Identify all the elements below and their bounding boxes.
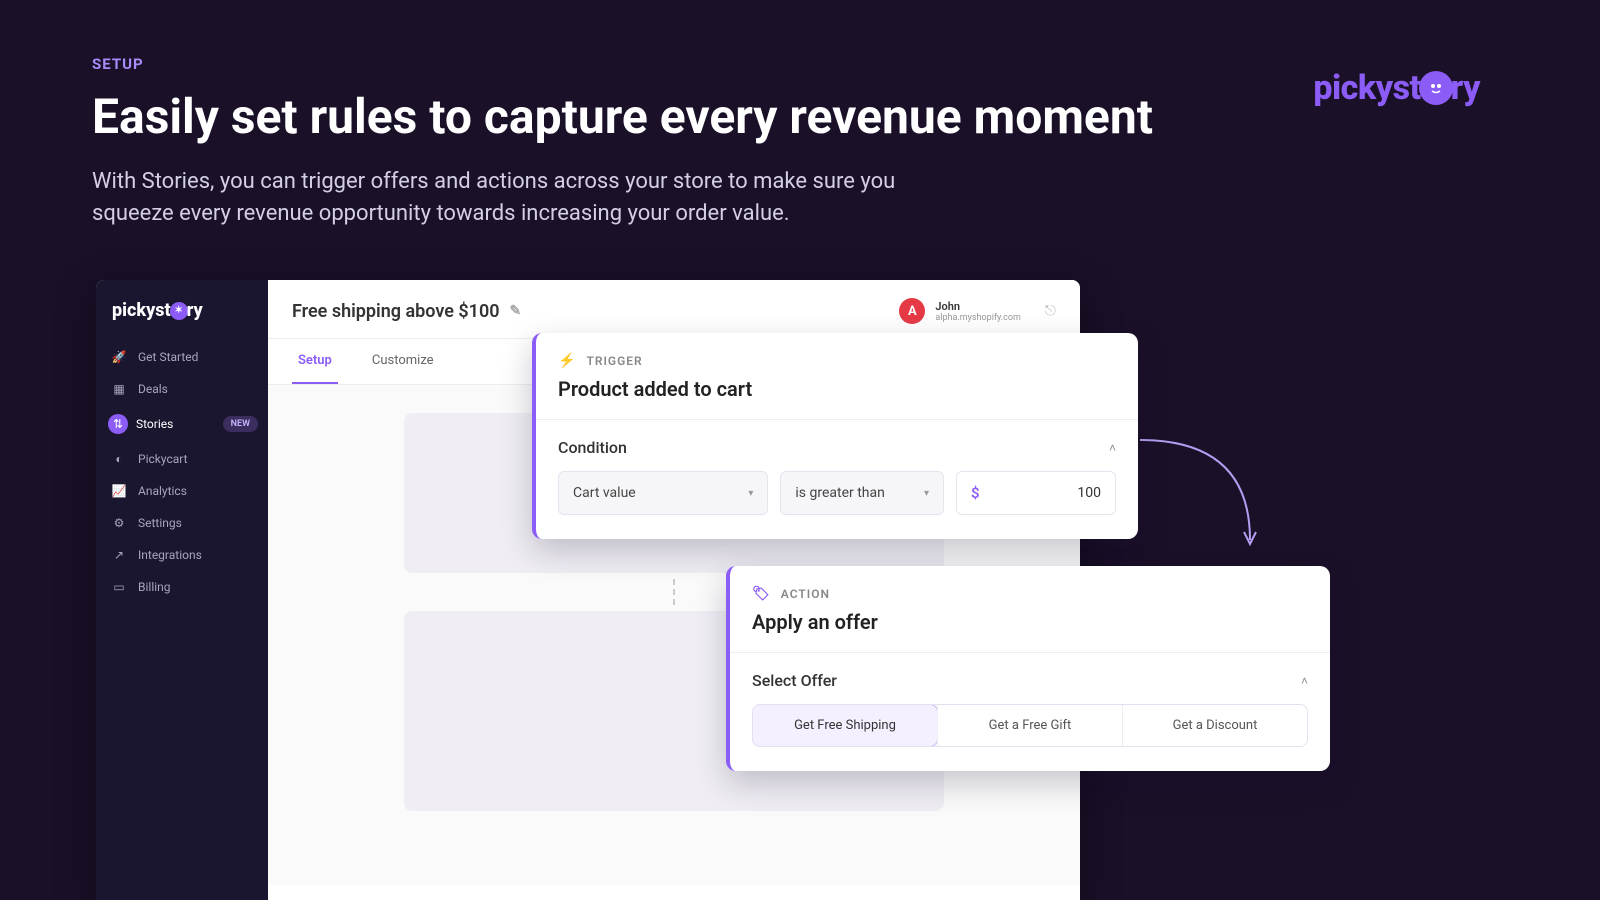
sidebar-item-settings[interactable]: ⚙ Settings (96, 507, 268, 539)
brand-text-left: pickyst (1313, 68, 1420, 108)
tab-setup[interactable]: Setup (292, 339, 338, 384)
action-title: Apply an offer (752, 610, 1308, 634)
tab-customize[interactable]: Customize (366, 339, 440, 384)
new-badge: NEW (223, 416, 258, 432)
condition-value-input[interactable]: $ 100 (956, 471, 1116, 515)
chevron-up-icon[interactable]: ˄ (1109, 441, 1116, 455)
user-meta: John alpha.myshopify.com (935, 300, 1021, 323)
pencil-icon[interactable]: ✎ (510, 303, 522, 319)
sidebar-item-get-started[interactable]: 🚀 Get Started (96, 341, 268, 373)
sidebar-item-analytics[interactable]: 📈 Analytics (96, 475, 268, 507)
brand-logo-mark (1419, 71, 1453, 105)
sidebar-item-pickycart[interactable]: ◐ Pickycart (96, 443, 268, 475)
sidebar-item-label: Stories (136, 417, 173, 431)
condition-operator-value: is greater than (795, 485, 884, 501)
hero-subhead: With Stories, you can trigger offers and… (92, 166, 952, 230)
chart-icon: 📈 (110, 484, 128, 498)
stories-icon: ⇅ (108, 414, 128, 434)
sidebar-item-label: Billing (138, 580, 171, 594)
grid-icon: ▦ (110, 382, 128, 396)
action-eyebrow: 🏷 ACTION (752, 586, 1308, 602)
sidebar-item-label: Pickycart (138, 452, 188, 466)
plug-icon: ↗ (110, 548, 128, 562)
trigger-eyebrow: ⚡ TRIGGER (558, 353, 1116, 369)
connector-line (673, 579, 675, 605)
bolt-icon: ⚡ (558, 353, 576, 369)
action-card: 🏷 ACTION Apply an offer Select Offer ˄ G… (726, 566, 1330, 771)
page-title: Free shipping above $100 ✎ (292, 301, 521, 322)
select-offer-label: Select Offer (752, 671, 837, 690)
offer-segmented-control: Get Free Shipping Get a Free Gift Get a … (752, 704, 1308, 747)
avatar[interactable]: A (899, 298, 925, 324)
offer-option-free-gift[interactable]: Get a Free Gift (937, 705, 1122, 746)
chevron-up-icon[interactable]: ˄ (1301, 674, 1308, 688)
page-title-text: Free shipping above $100 (292, 301, 500, 322)
main-header: Free shipping above $100 ✎ A John alpha.… (268, 280, 1080, 339)
brand-text-right: ry (1451, 68, 1480, 108)
sidebar-item-deals[interactable]: ▦ Deals (96, 373, 268, 405)
user-name: John (935, 300, 1021, 313)
trigger-title: Product added to cart (558, 377, 1116, 401)
rocket-icon: 🚀 (110, 350, 128, 364)
condition-field-value: Cart value (573, 485, 636, 501)
user-cluster: A John alpha.myshopify.com ⎋ (899, 298, 1056, 324)
brand-logo: pickyst ry (1313, 68, 1480, 108)
flow-arrow-icon (1140, 420, 1280, 560)
condition-operator-select[interactable]: is greater than ▾ (780, 471, 944, 515)
card-icon: ▭ (110, 580, 128, 594)
condition-label: Condition (558, 438, 627, 457)
offer-option-discount[interactable]: Get a Discount (1122, 705, 1307, 746)
sidebar-item-label: Integrations (138, 548, 202, 562)
currency-symbol: $ (971, 484, 980, 502)
sidebar-logo: pickyst✶ry (96, 294, 268, 341)
sidebar-item-label: Deals (138, 382, 168, 396)
logout-icon[interactable]: ⎋ (1045, 303, 1056, 319)
sidebar-item-integrations[interactable]: ↗ Integrations (96, 539, 268, 571)
condition-value: 100 (990, 485, 1101, 501)
gear-icon: ⚙ (110, 516, 128, 530)
sidebar-item-stories[interactable]: ⇅ Stories NEW (96, 405, 268, 443)
user-domain: alpha.myshopify.com (935, 313, 1021, 323)
sidebar-item-label: Analytics (138, 484, 187, 498)
action-eyebrow-text: ACTION (781, 587, 830, 601)
cart-icon: ◐ (110, 452, 128, 466)
tag-icon: 🏷 (752, 586, 771, 602)
sidebar: pickyst✶ry 🚀 Get Started ▦ Deals ⇅ Stori… (96, 280, 268, 900)
sidebar-item-label: Get Started (138, 350, 198, 364)
sidebar-item-label: Settings (138, 516, 182, 530)
chevron-down-icon: ▾ (924, 488, 929, 499)
trigger-card: ⚡ TRIGGER Product added to cart Conditio… (532, 333, 1138, 539)
offer-option-free-shipping[interactable]: Get Free Shipping (752, 704, 938, 747)
sidebar-item-billing[interactable]: ▭ Billing (96, 571, 268, 603)
chevron-down-icon: ▾ (748, 488, 753, 499)
trigger-eyebrow-text: TRIGGER (586, 354, 642, 368)
condition-field-select[interactable]: Cart value ▾ (558, 471, 768, 515)
